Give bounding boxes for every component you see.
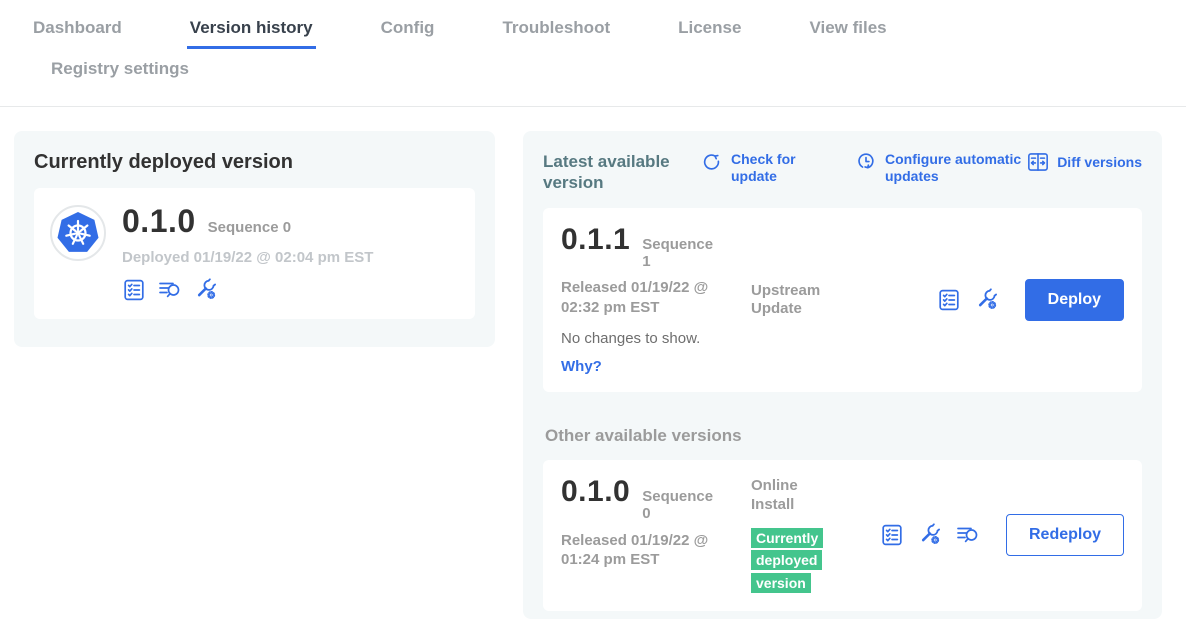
tab-registry-settings[interactable]: Registry settings (48, 57, 192, 90)
tab-config[interactable]: Config (378, 16, 438, 49)
panel-title: Currently deployed version (34, 151, 475, 174)
released-timestamp: Released 01/19/22 @ 02:32 pm EST (561, 278, 733, 317)
deployed-timestamp: Deployed 01/19/22 @ 02:04 pm EST (122, 249, 373, 266)
available-versions-panel: Latest available version Check for updat… (523, 131, 1162, 619)
preflight-checklist-icon[interactable] (880, 523, 904, 547)
edit-config-icon[interactable] (918, 523, 942, 547)
edit-config-icon[interactable] (194, 278, 218, 302)
tab-view-files[interactable]: View files (806, 16, 889, 49)
status-badge-wrap: Currently deployed version (751, 527, 833, 595)
currently-deployed-badge: Currently deployed version (751, 528, 823, 593)
primary-nav: Dashboard Version history Config Trouble… (30, 16, 1186, 49)
version-action-icons (880, 523, 980, 547)
panel-title: Latest available version (543, 151, 695, 194)
preflight-checklist-icon[interactable] (122, 278, 146, 302)
version-row: 0.1.0 Sequence 0 (122, 205, 373, 239)
panel-header: Latest available version Check for updat… (543, 151, 1142, 194)
version-action-icons (122, 278, 373, 302)
preflight-checklist-icon[interactable] (937, 288, 961, 312)
other-version-card: 0.1.0 Sequence 0 Released 01/19/22 @ 01:… (543, 460, 1142, 611)
schedule-update-icon (855, 151, 877, 173)
version-number: 0.1.0 (561, 476, 630, 508)
deployed-version-details: 0.1.0 Sequence 0 Deployed 01/19/22 @ 02:… (122, 205, 373, 302)
edit-config-icon[interactable] (975, 288, 999, 312)
diff-icon (1027, 151, 1049, 173)
link-label: Diff versions (1057, 154, 1142, 171)
deploy-logs-icon[interactable] (956, 523, 980, 547)
currently-deployed-panel: Currently deployed version 0.1.0 Sequenc… (14, 131, 495, 347)
sequence-label: Sequence 0 (642, 488, 722, 523)
tab-version-history[interactable]: Version history (187, 16, 316, 49)
source-label: Upstream Update (751, 282, 841, 320)
version-history-page: Currently deployed version 0.1.0 Sequenc… (0, 107, 1186, 619)
link-label: Configure automatic updates (885, 151, 1027, 185)
tab-troubleshoot[interactable]: Troubleshoot (499, 16, 613, 49)
sequence-label: Sequence 1 (642, 236, 722, 271)
tab-dashboard[interactable]: Dashboard (30, 16, 125, 49)
deploy-logs-icon[interactable] (158, 278, 182, 302)
version-info: 0.1.1 Sequence 1 Released 01/19/22 @ 02:… (561, 224, 751, 377)
check-for-update-link[interactable]: Check for update (701, 151, 809, 185)
other-versions-title: Other available versions (545, 426, 1142, 446)
version-number: 0.1.1 (561, 224, 630, 256)
diff-versions-link[interactable]: Diff versions (1027, 151, 1142, 173)
kubernetes-logo-icon (50, 205, 106, 261)
released-timestamp: Released 01/19/22 @ 01:24 pm EST (561, 531, 733, 570)
version-action-icons (937, 288, 999, 312)
redeploy-button[interactable]: Redeploy (1006, 514, 1124, 556)
changes-text: No changes to show. (561, 330, 751, 347)
secondary-nav: Registry settings (30, 57, 1186, 106)
version-row: 0.1.0 Sequence 0 (561, 476, 751, 523)
deploy-button[interactable]: Deploy (1025, 279, 1124, 321)
latest-version-card: 0.1.1 Sequence 1 Released 01/19/22 @ 02:… (543, 208, 1142, 393)
why-link[interactable]: Why? (561, 358, 602, 375)
refresh-icon (701, 151, 723, 173)
configure-automatic-updates-link[interactable]: Configure automatic updates (855, 151, 1027, 185)
app-header: Dashboard Version history Config Trouble… (0, 0, 1186, 107)
version-number: 0.1.0 (122, 205, 196, 239)
version-row: 0.1.1 Sequence 1 (561, 224, 751, 271)
tab-license[interactable]: License (675, 16, 744, 49)
link-label: Check for update (731, 151, 809, 185)
deployed-version-card: 0.1.0 Sequence 0 Deployed 01/19/22 @ 02:… (34, 188, 475, 319)
version-source: Upstream Update (751, 224, 873, 377)
version-source: Online Install Currently deployed versio… (751, 476, 873, 595)
source-label: Online Install (751, 477, 841, 515)
sequence-label: Sequence 0 (208, 219, 291, 236)
version-info: 0.1.0 Sequence 0 Released 01/19/22 @ 01:… (561, 476, 751, 595)
